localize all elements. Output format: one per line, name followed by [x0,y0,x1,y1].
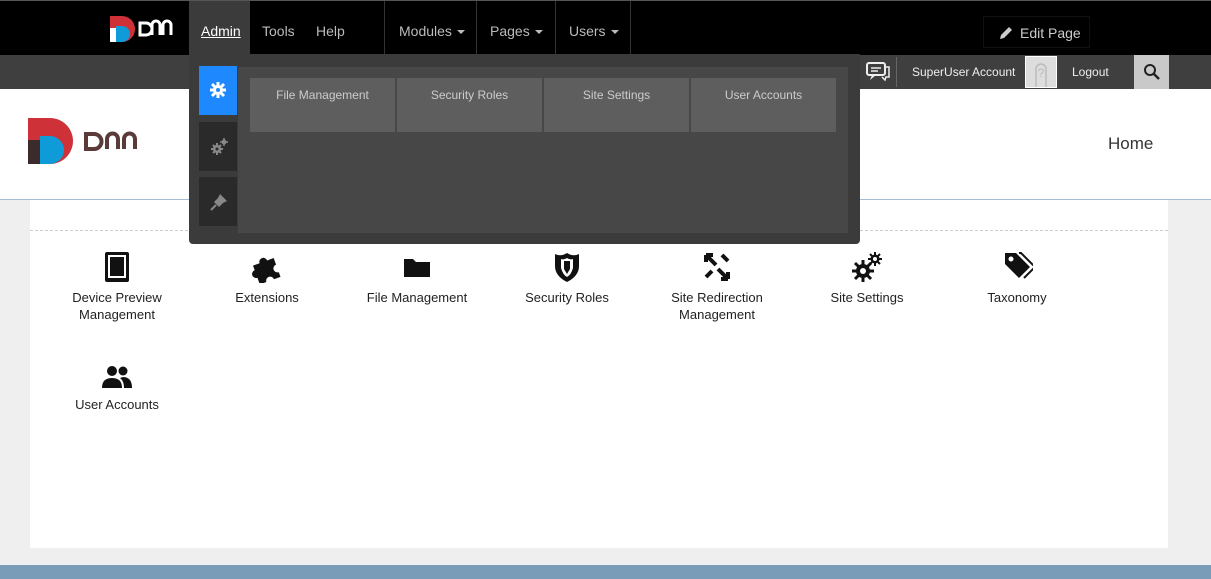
admin-dropdown-panel: File Management Security Roles Site Sett… [238,67,848,233]
menu-admin[interactable]: Admin [189,1,250,55]
console-item-site-settings[interactable]: Site Settings [792,251,942,306]
svg-text:?: ? [1038,66,1045,80]
menu-tools-label: Tools [262,23,295,39]
userbar-divider [896,57,897,87]
tablet-icon [105,252,129,282]
chat-bubbles-icon[interactable] [864,61,892,83]
chevron-down-icon [610,30,619,35]
control-bar: Admin Tools Help Modules Pages Users Edi… [0,0,1211,55]
gear-icon [210,82,226,98]
site-logo[interactable] [28,118,150,164]
dnn-logo-icon[interactable] [108,14,174,44]
menu-users-label: Users [569,23,606,39]
user-account-link[interactable]: SuperUser Account [912,55,1015,89]
admin-dropdown-menu: File Management Security Roles Site Sett… [189,54,860,244]
dropdown-item-label: File Management [276,88,369,102]
dropdown-item-site-settings[interactable]: Site Settings [544,78,689,132]
avatar[interactable]: ? [1025,56,1057,88]
menu-divider [630,1,631,55]
dropdown-item-user-accounts[interactable]: User Accounts [691,78,836,132]
console-item-taxonomy[interactable]: Taxonomy [942,251,1092,306]
menu-help[interactable]: Help [316,1,345,55]
pencil-icon [1000,27,1012,39]
console-item-label: Site Settings [830,290,904,305]
menu-modules-label: Modules [399,23,452,39]
shield-icon [555,253,579,282]
tab-pinned[interactable] [199,177,237,226]
console-item-site-redirection[interactable]: Site Redirection Management [642,251,792,323]
console-item-extensions[interactable]: Extensions [192,251,342,306]
tab-advanced-settings[interactable] [199,122,237,171]
dropdown-item-security-roles[interactable]: Security Roles [397,78,542,132]
edit-page-button[interactable]: Edit Page [983,16,1090,48]
console-item-label: Security Roles [525,290,609,305]
avatar-placeholder-icon: ? [1035,63,1047,87]
dropdown-item-label: User Accounts [724,88,803,102]
folder-icon [404,259,430,277]
console-item-file-management[interactable]: File Management [342,251,492,306]
chevron-down-icon [534,30,543,35]
menu-help-label: Help [316,23,345,39]
gears-icon [211,138,228,155]
console-item-user-accounts[interactable]: User Accounts [42,364,192,413]
menu-modules[interactable]: Modules [399,1,465,55]
puzzle-icon [252,257,281,283]
console-item-security-roles[interactable]: Security Roles [492,251,642,306]
menu-pages[interactable]: Pages [490,1,543,55]
console-item-label: Site Redirection Management [671,290,763,322]
menu-admin-label: Admin [201,23,241,39]
redirect-arrows-icon [704,253,730,281]
console-item-label: File Management [366,290,468,305]
logout-link[interactable]: Logout [1072,55,1109,89]
footer-strip [0,565,1211,579]
edit-page-label: Edit Page [1020,25,1081,41]
pin-icon [210,194,227,211]
console-item-label: Extensions [235,290,299,305]
dropdown-item-file-management[interactable]: File Management [250,78,395,132]
search-icon [1144,64,1160,80]
menu-pages-label: Pages [490,23,530,39]
chevron-down-icon [456,30,465,35]
tags-icon [1005,252,1033,279]
console-item-label: Taxonomy [987,290,1047,305]
console-item-label: Device Preview Management [72,290,162,322]
users-icon [102,366,132,388]
menu-tools[interactable]: Tools [262,1,295,55]
console-item-label: User Accounts [75,397,159,412]
console-item-device-preview[interactable]: Device Preview Management [42,251,192,323]
dropdown-item-label: Site Settings [582,88,651,102]
tab-common-settings[interactable] [199,66,237,115]
menu-divider [476,1,477,55]
dropdown-item-label: Security Roles [430,88,509,102]
search-button[interactable] [1134,55,1169,89]
menu-users[interactable]: Users [569,1,619,55]
gears-icon [852,252,882,282]
nav-home-link[interactable]: Home [1108,134,1153,154]
menu-divider [555,1,556,55]
menu-divider [384,1,385,55]
